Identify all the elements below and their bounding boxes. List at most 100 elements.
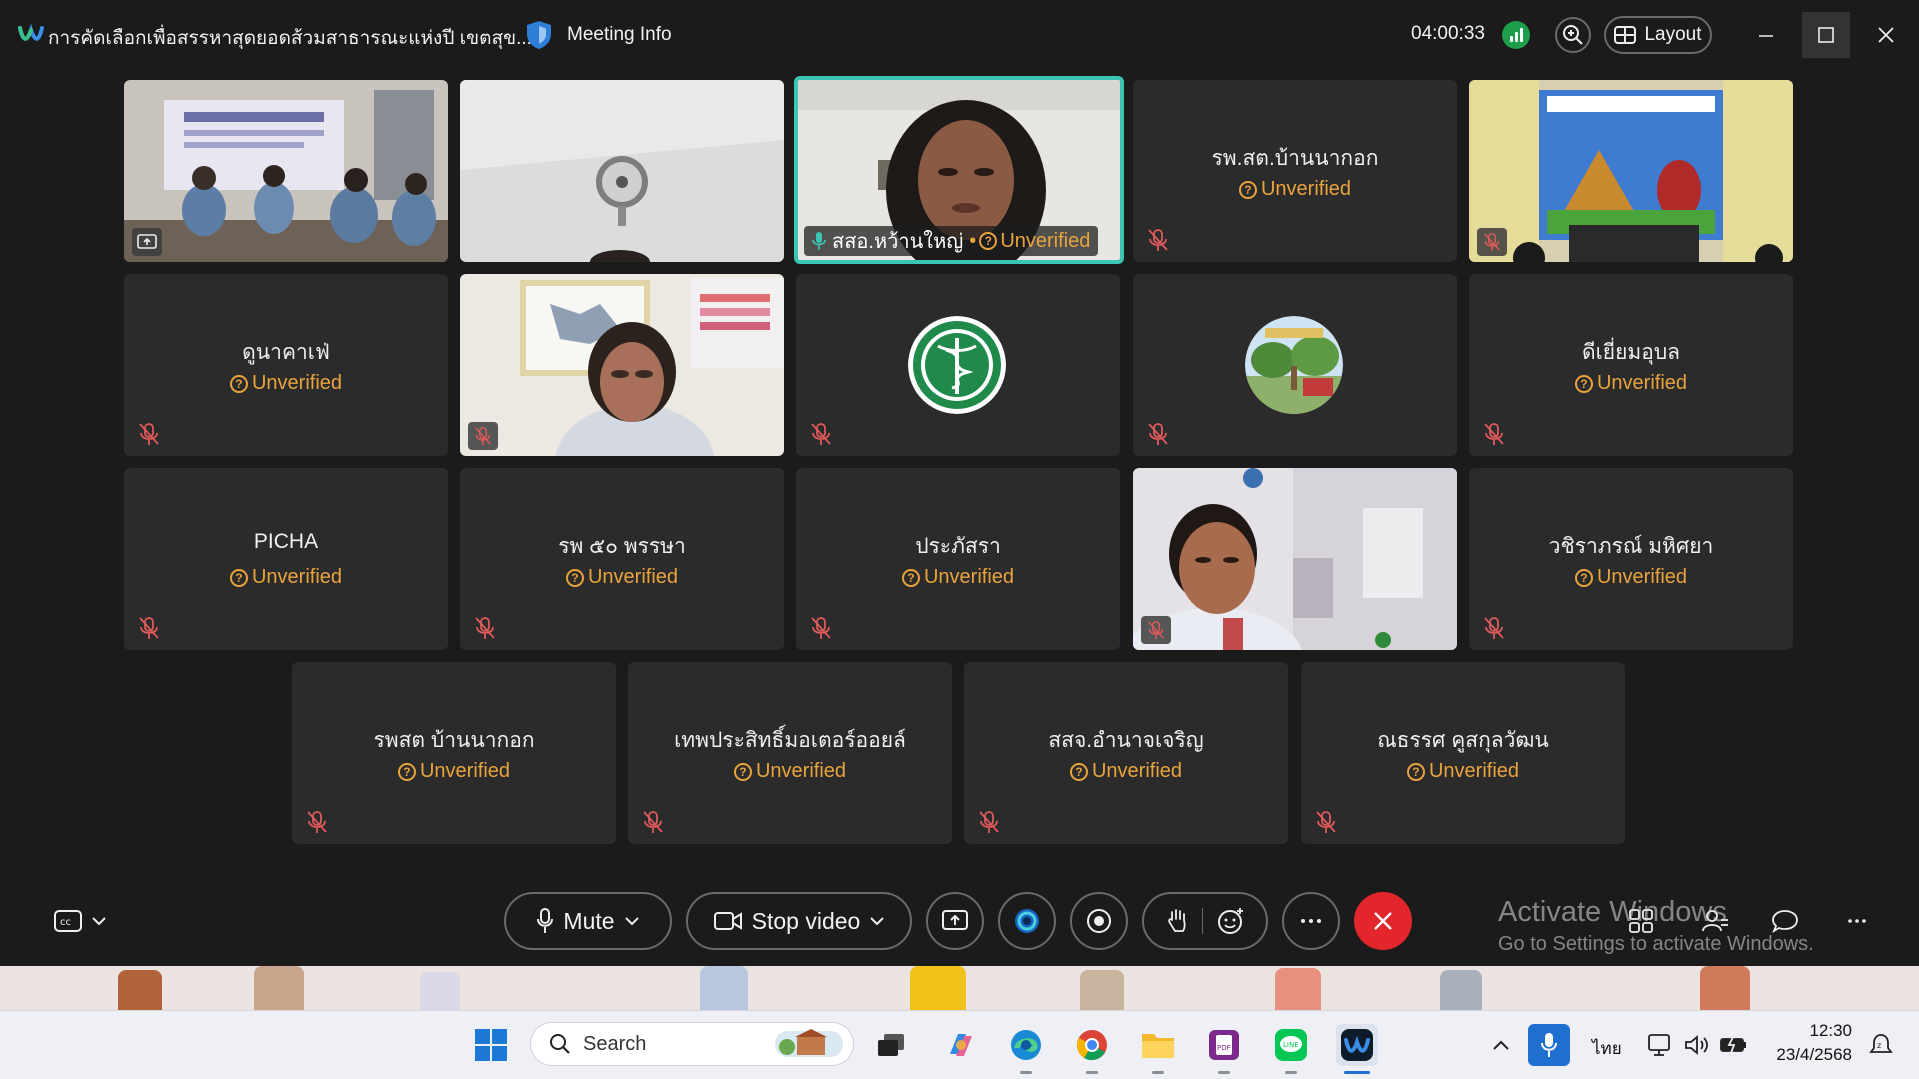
screen-share-icon — [137, 234, 157, 249]
copilot-icon — [950, 1034, 972, 1056]
close-window-button[interactable] — [1862, 12, 1910, 58]
svg-text:LINE: LINE — [1283, 1041, 1299, 1049]
stop-video-label: Stop video — [751, 907, 861, 934]
windows-logo-icon — [475, 1029, 507, 1061]
video-tile[interactable]: เทพประสิทธิ์มอเตอร์ออยล์ ? Unverified — [628, 662, 952, 844]
question-circle-icon: ? — [1574, 568, 1593, 587]
more-panels-button[interactable] — [1842, 906, 1872, 936]
desktop-wallpaper — [0, 966, 1919, 1010]
closed-captions-button[interactable]: cc — [54, 905, 116, 937]
unverified-badge: ? Unverified — [124, 566, 448, 589]
participant-name: PICHA — [253, 530, 319, 553]
video-tile[interactable]: ดีเยี่ยมอุบล ? Unverified — [1469, 274, 1793, 456]
video-tile-conference-room[interactable] — [124, 80, 448, 262]
meeting-info-link[interactable]: Meeting Info — [567, 24, 672, 46]
voice-access-button[interactable] — [1528, 1024, 1570, 1066]
task-view-button[interactable] — [870, 1024, 912, 1066]
leave-meeting-button[interactable] — [1354, 892, 1412, 950]
show-hidden-icons-button[interactable] — [1480, 1024, 1522, 1066]
mic-muted-icon — [811, 423, 831, 445]
participant-name: วชิราภรณ์ มหิศยา — [1548, 535, 1714, 558]
pdf-app-button[interactable]: PDF — [1203, 1024, 1245, 1066]
mic-muted-icon — [643, 811, 663, 833]
mute-button[interactable]: Mute — [504, 892, 672, 950]
participant-name: ดีเยี่ยมอุบล — [1581, 341, 1681, 364]
file-explorer-button[interactable] — [1137, 1024, 1179, 1066]
clock-date[interactable]: 23/4/2568 — [1760, 1045, 1852, 1065]
video-tile-welcome-banner[interactable] — [1469, 80, 1793, 262]
question-circle-icon: ? — [397, 762, 416, 781]
participant-name: รพ ๕๐ พรรษา — [558, 535, 686, 558]
video-tile[interactable]: ประภัสรา ? Unverified — [796, 468, 1120, 650]
layout-button[interactable]: Layout — [1604, 16, 1712, 54]
battery-button[interactable] — [1713, 1024, 1755, 1066]
maximize-icon — [1818, 27, 1834, 43]
mic-muted-icon — [307, 811, 327, 833]
microphone-active-icon — [812, 232, 826, 250]
video-tile[interactable]: สสจ.อำนาจเจริญ ? Unverified — [964, 662, 1288, 844]
zoom-button[interactable] — [1555, 17, 1591, 53]
maximize-button[interactable] — [1802, 12, 1850, 58]
video-tile-woman-office[interactable] — [460, 274, 784, 456]
video-tile-avatar[interactable] — [796, 274, 1120, 456]
video-tile[interactable]: รพสต บ้านนากอก ? Unverified — [292, 662, 616, 844]
video-tile[interactable]: ณธรรศ คูสกุลวัฒน ? Unverified — [1301, 662, 1625, 844]
video-camera-icon — [713, 912, 742, 930]
start-button[interactable] — [470, 1024, 512, 1066]
edge-icon — [1011, 1030, 1041, 1060]
unverified-badge: ? Unverified — [1469, 372, 1793, 395]
video-tile[interactable]: รพ ๕๐ พรรษา ? Unverified — [460, 468, 784, 650]
participant-name: สสอ.หว้านใหญ่ — [832, 231, 964, 253]
minimize-button[interactable] — [1742, 12, 1790, 58]
unverified-badge: ? Unverified — [292, 760, 616, 783]
share-screen-button[interactable] — [926, 892, 984, 950]
grid-layout-icon — [1614, 26, 1637, 44]
chrome-browser-button[interactable] — [1071, 1024, 1113, 1066]
notifications-button[interactable]: z — [1860, 1024, 1902, 1066]
microphone-icon — [1541, 1033, 1557, 1057]
unverified-badge: ? Unverified — [460, 566, 784, 589]
webex-icon — [1341, 1029, 1373, 1061]
webex-logo-icon — [18, 24, 44, 41]
input-language-indicator[interactable]: ไทย — [1592, 1035, 1622, 1062]
shield-icon[interactable] — [525, 20, 553, 50]
mic-muted-badge — [1477, 228, 1507, 256]
mic-muted-icon — [475, 427, 491, 445]
more-dots-icon — [1848, 919, 1866, 923]
video-tile-fan-room[interactable] — [460, 80, 784, 262]
video-tile[interactable]: ดูนาคาเฟ่ ? Unverified — [124, 274, 448, 456]
webex-assistant-button[interactable] — [998, 892, 1056, 950]
webex-taskbar-button[interactable] — [1336, 1024, 1378, 1066]
edge-browser-button[interactable] — [1005, 1024, 1047, 1066]
clock-time[interactable]: 12:30 — [1760, 1021, 1852, 1041]
line-messenger-icon: LINE — [1275, 1029, 1307, 1061]
copilot-button[interactable] — [940, 1024, 982, 1066]
participant-name: รพ.สต.บ้านนากอก — [1211, 147, 1379, 170]
video-tile-man-webcam[interactable] — [1133, 468, 1457, 650]
title-bar: การคัดเลือกเพื่อสรรหาสุดยอดส้วมสาธารณะแห… — [0, 0, 1919, 70]
question-circle-icon: ? — [565, 568, 584, 587]
record-button[interactable] — [1070, 892, 1128, 950]
question-circle-icon: ? — [1406, 762, 1425, 781]
video-tile-avatar[interactable] — [1133, 274, 1457, 456]
line-app-button[interactable]: LINE — [1270, 1024, 1312, 1066]
more-options-button[interactable] — [1282, 892, 1340, 950]
watermark-subtitle: Go to Settings to activate Windows. — [1498, 933, 1814, 955]
taskbar-search-box[interactable]: Search — [530, 1022, 854, 1066]
stop-video-button[interactable]: Stop video — [686, 892, 912, 950]
video-tile[interactable]: วชิราภรณ์ มหิศยา ? Unverified — [1469, 468, 1793, 650]
raise-hand-icon[interactable] — [1166, 908, 1188, 934]
close-icon — [1374, 912, 1392, 930]
volume-button[interactable] — [1676, 1024, 1718, 1066]
video-tile-active-speaker[interactable]: สสอ.หว้านใหญ่ • ? Unverified — [794, 76, 1124, 264]
webex-ai-assistant-icon — [1015, 909, 1039, 933]
mic-muted-icon — [1484, 617, 1504, 639]
share-status-badge — [132, 228, 162, 256]
video-tile[interactable]: PICHA ? Unverified — [124, 468, 448, 650]
reactions-group — [1142, 892, 1268, 950]
folder-icon — [1142, 1034, 1174, 1058]
participant-name: ดูนาคาเฟ่ — [242, 341, 330, 364]
reactions-emoji-icon[interactable] — [1217, 907, 1245, 935]
connection-signal-icon[interactable] — [1502, 21, 1530, 49]
video-tile[interactable]: รพ.สต.บ้านนากอก ? Unverified — [1133, 80, 1457, 262]
